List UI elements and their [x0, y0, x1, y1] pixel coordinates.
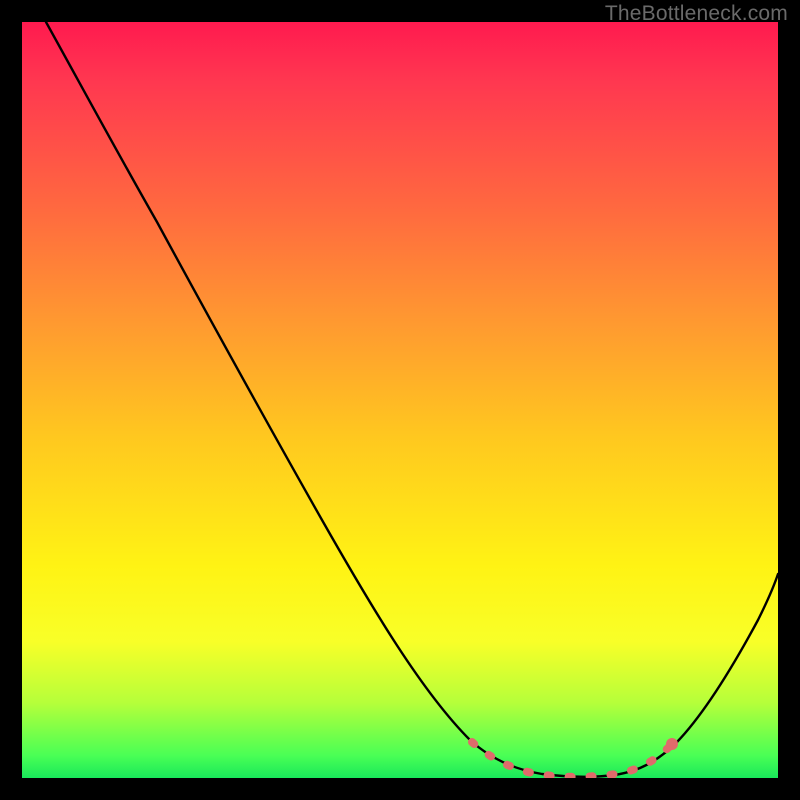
watermark-text: TheBottleneck.com: [605, 2, 788, 26]
plot-area: [22, 22, 778, 778]
optimal-region-marker: [472, 742, 670, 777]
curve-layer: [22, 22, 778, 778]
optimal-region-end-dot: [666, 738, 678, 750]
chart-frame: TheBottleneck.com: [0, 0, 800, 800]
bottleneck-curve: [46, 22, 778, 777]
